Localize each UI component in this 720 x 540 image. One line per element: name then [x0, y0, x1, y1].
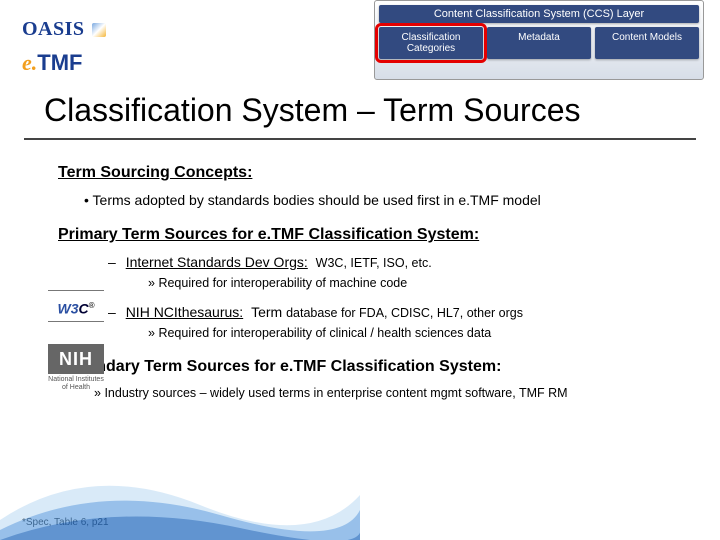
- slide: OASIS e.TMF Content Classification Syste…: [0, 0, 720, 540]
- dash-icon: –: [108, 254, 116, 270]
- dash-icon: –: [108, 304, 116, 320]
- primary-source-2-sub: Required for interoperability of clinica…: [148, 326, 678, 340]
- primary-source-2-label: NIH NCIthesaurus:: [126, 304, 243, 320]
- w3c-c: C: [78, 301, 88, 317]
- slide-title: Classification System – Term Sources: [44, 92, 580, 129]
- etmf-e: e.: [22, 50, 37, 75]
- nih-box: NIH: [48, 344, 104, 374]
- concepts-bullet: Terms adopted by standards bodies should…: [84, 192, 678, 208]
- etmf-logo: e.TMF: [22, 50, 82, 76]
- oasis-text: OASIS: [22, 18, 85, 40]
- oasis-logo: OASIS: [22, 18, 106, 41]
- nih-logo: NIH National Institutes of Health: [48, 344, 104, 391]
- secondary-heading: Secondary Term Sources for e.TMF Classif…: [58, 358, 678, 376]
- oasis-icon: [92, 23, 106, 37]
- primary-heading: Primary Term Sources for e.TMF Classific…: [58, 226, 678, 244]
- content: Term Sourcing Concepts: Terms adopted by…: [58, 160, 678, 400]
- primary-source-1-detail: W3C, IETF, ISO, etc.: [316, 256, 432, 270]
- secondary-bullet: Industry sources – widely used terms in …: [94, 386, 678, 400]
- ccs-tab-metadata: Metadata: [487, 27, 591, 59]
- primary-source-1: – Internet Standards Dev Orgs: W3C, IETF…: [108, 254, 678, 270]
- concepts-heading: Term Sourcing Concepts:: [58, 164, 678, 182]
- w3c-reg: ®: [89, 301, 95, 310]
- primary-source-1-label: Internet Standards Dev Orgs:: [126, 254, 308, 270]
- w3c-w3: W3: [57, 301, 78, 317]
- w3c-logo: W3C®: [48, 290, 104, 322]
- ccs-tabs: Classification Categories Metadata Conte…: [379, 27, 699, 59]
- primary-source-2: – NIH NCIthesaurus: Term database for FD…: [108, 304, 678, 320]
- primary-source-2-detail: Term database for FDA, CDISC, HL7, other…: [251, 306, 523, 320]
- footnote: *Spec, Table 6, p21: [22, 517, 109, 528]
- primary-source-2-rest: database for FDA, CDISC, HL7, other orgs: [286, 306, 523, 320]
- primary-source-2-term: Term: [251, 304, 286, 320]
- etmf-tmf: TMF: [37, 50, 82, 75]
- ccs-tab-classification-categories: Classification Categories: [379, 27, 483, 59]
- ccs-diagram: Content Classification System (CCS) Laye…: [374, 0, 704, 80]
- title-underline: [24, 138, 696, 140]
- primary-source-1-sub: Required for interoperability of machine…: [148, 276, 678, 290]
- ccs-tab-content-models: Content Models: [595, 27, 699, 59]
- nih-subtext: National Institutes of Health: [48, 376, 104, 391]
- ccs-layer-label: Content Classification System (CCS) Laye…: [379, 5, 699, 23]
